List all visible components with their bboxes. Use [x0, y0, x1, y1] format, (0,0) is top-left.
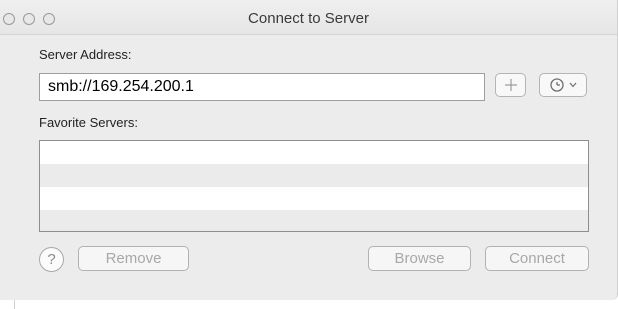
favorite-servers-label: Favorite Servers:: [39, 115, 138, 130]
list-item[interactable]: [40, 141, 588, 164]
plus-icon: [504, 79, 517, 91]
list-item[interactable]: [40, 164, 588, 187]
clock-icon: [550, 78, 564, 92]
recent-servers-button[interactable]: [539, 73, 587, 97]
server-address-input[interactable]: [39, 73, 485, 101]
list-item[interactable]: [40, 187, 588, 210]
help-button[interactable]: ?: [39, 247, 64, 272]
remove-button[interactable]: Remove: [78, 246, 189, 271]
add-favorite-button[interactable]: [495, 73, 526, 97]
window-title: Connect to Server: [248, 10, 369, 27]
connect-to-server-window: Connect to Server Server Address: Favori…: [0, 0, 618, 300]
title-bar: Connect to Server: [0, 0, 617, 35]
connect-button[interactable]: Connect: [485, 246, 589, 271]
browse-button[interactable]: Browse: [368, 246, 471, 271]
server-address-label: Server Address:: [39, 47, 132, 62]
list-item[interactable]: [40, 210, 588, 231]
chevron-down-icon: [569, 82, 577, 88]
favorite-servers-list[interactable]: [39, 140, 589, 232]
